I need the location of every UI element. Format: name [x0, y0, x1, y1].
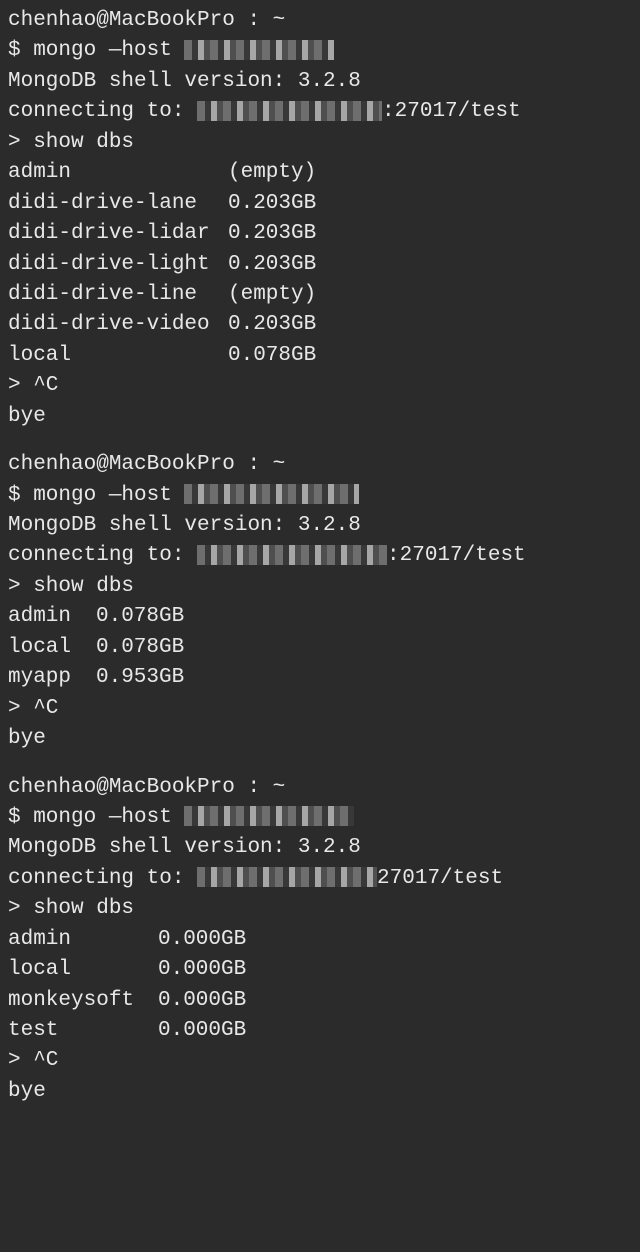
- db-row: local0.078GB: [8, 633, 632, 663]
- bye-line: bye: [8, 724, 632, 754]
- db-row: didi-drive-light0.203GB: [8, 250, 632, 280]
- db-row: monkeysoft0.000GB: [8, 986, 632, 1016]
- ctrl-c: > ^C: [8, 694, 632, 724]
- redacted-ip: [197, 867, 377, 887]
- connecting-suffix: 27017/test: [377, 867, 503, 890]
- db-row: didi-drive-lane0.203GB: [8, 189, 632, 219]
- db-size: (empty): [228, 158, 316, 188]
- db-name: admin: [8, 602, 96, 632]
- session-2: chenhao@MacBookPro : ~ $ mongo —host Mong…: [8, 773, 632, 1108]
- shell-prompt: chenhao@MacBookPro : ~: [8, 450, 632, 480]
- db-size: 0.000GB: [158, 925, 246, 955]
- terminal-output[interactable]: chenhao@MacBookPro : ~ $ mongo —host Mong…: [8, 6, 632, 1107]
- db-name: monkeysoft: [8, 986, 158, 1016]
- db-name: didi-drive-lidar: [8, 219, 228, 249]
- redacted-ip: [197, 101, 382, 121]
- db-name: didi-drive-light: [8, 250, 228, 280]
- redacted-host: [184, 484, 359, 504]
- show-dbs-command: > show dbs: [8, 128, 632, 158]
- shell-prompt: chenhao@MacBookPro : ~: [8, 6, 632, 36]
- mongo-command: $ mongo —host: [8, 803, 632, 833]
- db-row: admin(empty): [8, 158, 632, 188]
- connecting-prefix: connecting to:: [8, 100, 197, 123]
- db-size: 0.953GB: [96, 663, 184, 693]
- db-size: 0.203GB: [228, 310, 316, 340]
- db-size: 0.000GB: [158, 1016, 246, 1046]
- db-name: admin: [8, 925, 158, 955]
- ctrl-c: > ^C: [8, 1046, 632, 1076]
- mongo-command: $ mongo —host: [8, 481, 632, 511]
- bye-line: bye: [8, 1077, 632, 1107]
- show-dbs-command: > show dbs: [8, 572, 632, 602]
- mongo-command: $ mongo —host: [8, 36, 632, 66]
- db-size: 0.203GB: [228, 189, 316, 219]
- bye-line: bye: [8, 402, 632, 432]
- cmd-prefix: $ mongo —host: [8, 39, 184, 62]
- db-size: (empty): [228, 280, 316, 310]
- db-row: didi-drive-lidar0.203GB: [8, 219, 632, 249]
- shell-prompt: chenhao@MacBookPro : ~: [8, 773, 632, 803]
- connecting-line: connecting to: 27017/test: [8, 864, 632, 894]
- session-1: chenhao@MacBookPro : ~ $ mongo —host Mong…: [8, 450, 632, 754]
- db-row: didi-drive-line(empty): [8, 280, 632, 310]
- db-name: local: [8, 955, 158, 985]
- redacted-host: [184, 806, 354, 826]
- db-size: 0.000GB: [158, 986, 246, 1016]
- db-name: didi-drive-line: [8, 280, 228, 310]
- shell-version: MongoDB shell version: 3.2.8: [8, 67, 632, 97]
- connecting-line: connecting to: :27017/test: [8, 541, 632, 571]
- db-name: admin: [8, 158, 228, 188]
- connecting-line: connecting to: :27017/test: [8, 97, 632, 127]
- db-name: didi-drive-lane: [8, 189, 228, 219]
- db-name: local: [8, 341, 228, 371]
- db-name: local: [8, 633, 96, 663]
- db-size: 0.078GB: [228, 341, 316, 371]
- db-row: local0.000GB: [8, 955, 632, 985]
- show-dbs-command: > show dbs: [8, 894, 632, 924]
- db-row: local0.078GB: [8, 341, 632, 371]
- db-size: 0.203GB: [228, 219, 316, 249]
- connecting-prefix: connecting to:: [8, 544, 197, 567]
- db-row: didi-drive-video0.203GB: [8, 310, 632, 340]
- db-row: test0.000GB: [8, 1016, 632, 1046]
- db-size: 0.078GB: [96, 602, 184, 632]
- db-row: admin0.000GB: [8, 925, 632, 955]
- db-row: myapp0.953GB: [8, 663, 632, 693]
- db-name: test: [8, 1016, 158, 1046]
- cmd-prefix: $ mongo —host: [8, 484, 184, 507]
- db-name: myapp: [8, 663, 96, 693]
- connecting-prefix: connecting to:: [8, 867, 197, 890]
- db-size: 0.000GB: [158, 955, 246, 985]
- shell-version: MongoDB shell version: 3.2.8: [8, 833, 632, 863]
- db-row: admin0.078GB: [8, 602, 632, 632]
- connecting-suffix: :27017/test: [382, 100, 521, 123]
- db-name: didi-drive-video: [8, 310, 228, 340]
- session-0: chenhao@MacBookPro : ~ $ mongo —host Mong…: [8, 6, 632, 432]
- redacted-ip: [197, 545, 387, 565]
- db-size: 0.078GB: [96, 633, 184, 663]
- db-size: 0.203GB: [228, 250, 316, 280]
- ctrl-c: > ^C: [8, 371, 632, 401]
- shell-version: MongoDB shell version: 3.2.8: [8, 511, 632, 541]
- connecting-suffix: :27017/test: [387, 544, 526, 567]
- redacted-host: [184, 40, 334, 60]
- cmd-prefix: $ mongo —host: [8, 806, 184, 829]
